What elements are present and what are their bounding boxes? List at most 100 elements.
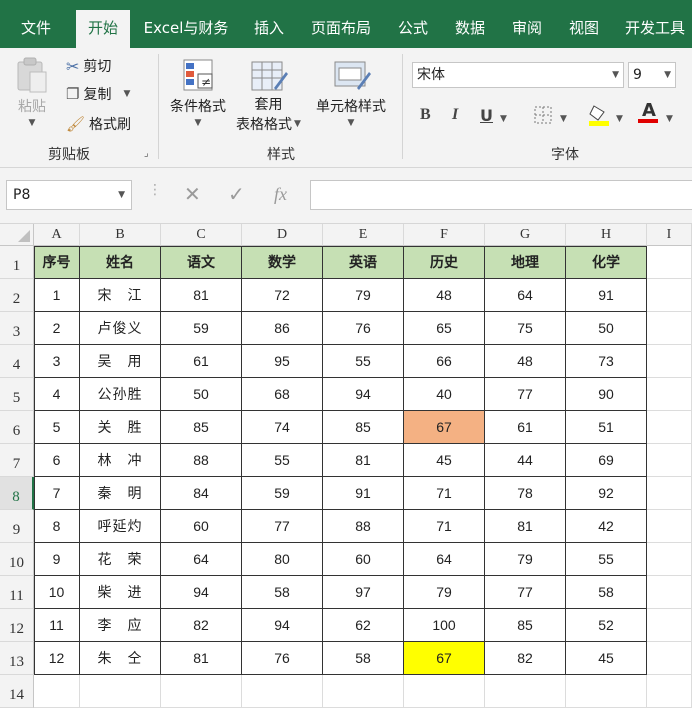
bold-button[interactable]: B: [420, 106, 431, 124]
table-cell[interactable]: 67: [404, 642, 485, 675]
tab-home[interactable]: 开始: [76, 10, 130, 48]
table-cell[interactable]: 91: [566, 279, 647, 312]
formula-input[interactable]: [310, 180, 692, 210]
table-cell[interactable]: 95: [242, 345, 323, 378]
table-header-cell[interactable]: 姓名: [80, 246, 161, 279]
row-header-2[interactable]: 2: [0, 279, 34, 312]
table-cell[interactable]: 朱 仝: [80, 642, 161, 675]
row-header-3[interactable]: 3: [0, 312, 34, 345]
table-cell[interactable]: 100: [404, 609, 485, 642]
borders-icon[interactable]: [532, 104, 554, 126]
row-header-14[interactable]: 14: [0, 675, 34, 708]
dialog-launcher-icon[interactable]: ⌟: [144, 148, 149, 159]
table-cell[interactable]: 82: [485, 642, 566, 675]
table-cell[interactable]: 67: [404, 411, 485, 444]
table-cell[interactable]: 51: [566, 411, 647, 444]
table-cell[interactable]: 82: [161, 609, 242, 642]
fill-color-icon[interactable]: [588, 102, 612, 128]
table-cell[interactable]: 52: [566, 609, 647, 642]
column-header-g[interactable]: G: [485, 224, 566, 246]
table-cell[interactable]: 林 冲: [80, 444, 161, 477]
table-cell[interactable]: 55: [242, 444, 323, 477]
table-cell[interactable]: 64: [161, 543, 242, 576]
table-header-cell[interactable]: 数学: [242, 246, 323, 279]
table-cell[interactable]: 62: [323, 609, 404, 642]
table-header-cell[interactable]: 化学: [566, 246, 647, 279]
table-cell[interactable]: 74: [242, 411, 323, 444]
table-cell[interactable]: 58: [242, 576, 323, 609]
column-header-e[interactable]: E: [323, 224, 404, 246]
table-header-cell[interactable]: 英语: [323, 246, 404, 279]
table-cell[interactable]: 3: [34, 345, 80, 378]
check-icon[interactable]: ✓: [228, 182, 245, 206]
table-cell[interactable]: 64: [485, 279, 566, 312]
table-format-button[interactable]: 套用 表格格式 ▼: [236, 58, 301, 134]
table-cell[interactable]: 76: [242, 642, 323, 675]
table-cell[interactable]: 55: [323, 345, 404, 378]
insert-function-icon[interactable]: fx: [274, 184, 287, 205]
table-cell[interactable]: 2: [34, 312, 80, 345]
table-cell[interactable]: 72: [242, 279, 323, 312]
table-cell[interactable]: 59: [242, 477, 323, 510]
table-cell[interactable]: 50: [161, 378, 242, 411]
tab-developer[interactable]: 开发工具: [618, 10, 692, 48]
table-cell[interactable]: 73: [566, 345, 647, 378]
table-cell[interactable]: 60: [161, 510, 242, 543]
table-cell[interactable]: 55: [566, 543, 647, 576]
table-cell[interactable]: 48: [404, 279, 485, 312]
table-cell[interactable]: 58: [566, 576, 647, 609]
worksheet-grid[interactable]: A B C D E F G H I 1 2 3 4 5 6 7 8 9 10 11 12 13 14 序号 姓名 语文 数学 英语 历史…: [0, 224, 692, 708]
paste-button[interactable]: 粘贴 ▼: [14, 56, 50, 128]
table-cell[interactable]: 71: [404, 510, 485, 543]
row-header-10[interactable]: 10: [0, 543, 34, 576]
row-header-12[interactable]: 12: [0, 609, 34, 642]
table-cell[interactable]: 69: [566, 444, 647, 477]
table-cell[interactable]: 77: [485, 378, 566, 411]
table-cell[interactable]: 12: [34, 642, 80, 675]
table-cell[interactable]: 8: [34, 510, 80, 543]
table-cell[interactable]: 7: [34, 477, 80, 510]
table-cell[interactable]: 45: [566, 642, 647, 675]
cell-styles-button[interactable]: 单元格样式 ▼: [316, 58, 386, 128]
chevron-down-icon[interactable]: ▼: [500, 114, 507, 124]
table-cell[interactable]: 85: [161, 411, 242, 444]
table-cell[interactable]: 11: [34, 609, 80, 642]
table-cell[interactable]: 柴 进: [80, 576, 161, 609]
underline-button[interactable]: U: [480, 106, 493, 125]
row-header-5[interactable]: 5: [0, 378, 34, 411]
table-cell[interactable]: 75: [485, 312, 566, 345]
tab-insert[interactable]: 插入: [244, 10, 294, 48]
table-cell[interactable]: 81: [161, 642, 242, 675]
table-cell[interactable]: 59: [161, 312, 242, 345]
table-cell[interactable]: 公孙胜: [80, 378, 161, 411]
table-cell[interactable]: 76: [323, 312, 404, 345]
table-cell[interactable]: 84: [161, 477, 242, 510]
table-cell[interactable]: 6: [34, 444, 80, 477]
table-cell[interactable]: 85: [485, 609, 566, 642]
table-cell[interactable]: 42: [566, 510, 647, 543]
italic-button[interactable]: I: [452, 106, 458, 124]
font-name-select[interactable]: 宋体 ▼: [412, 62, 624, 88]
table-cell[interactable]: 94: [323, 378, 404, 411]
table-cell[interactable]: 81: [161, 279, 242, 312]
row-header-6[interactable]: 6: [0, 411, 34, 444]
cancel-icon[interactable]: ✕: [184, 182, 201, 206]
table-cell[interactable]: 58: [323, 642, 404, 675]
table-header-cell[interactable]: 语文: [161, 246, 242, 279]
table-cell[interactable]: 40: [404, 378, 485, 411]
row-header-4[interactable]: 4: [0, 345, 34, 378]
column-header-c[interactable]: C: [161, 224, 242, 246]
table-cell[interactable]: 花 荣: [80, 543, 161, 576]
chevron-down-icon[interactable]: ▼: [560, 114, 567, 124]
row-header-8[interactable]: 8: [0, 477, 34, 510]
row-header-13[interactable]: 13: [0, 642, 34, 675]
table-cell[interactable]: 79: [485, 543, 566, 576]
table-cell[interactable]: 65: [404, 312, 485, 345]
tab-excel-finance[interactable]: Excel与财务: [140, 10, 232, 48]
table-cell[interactable]: 90: [566, 378, 647, 411]
table-cell[interactable]: 吴 用: [80, 345, 161, 378]
tab-page-layout[interactable]: 页面布局: [304, 10, 378, 48]
table-cell[interactable]: 94: [242, 609, 323, 642]
table-cell[interactable]: 66: [404, 345, 485, 378]
table-cell[interactable]: 88: [323, 510, 404, 543]
